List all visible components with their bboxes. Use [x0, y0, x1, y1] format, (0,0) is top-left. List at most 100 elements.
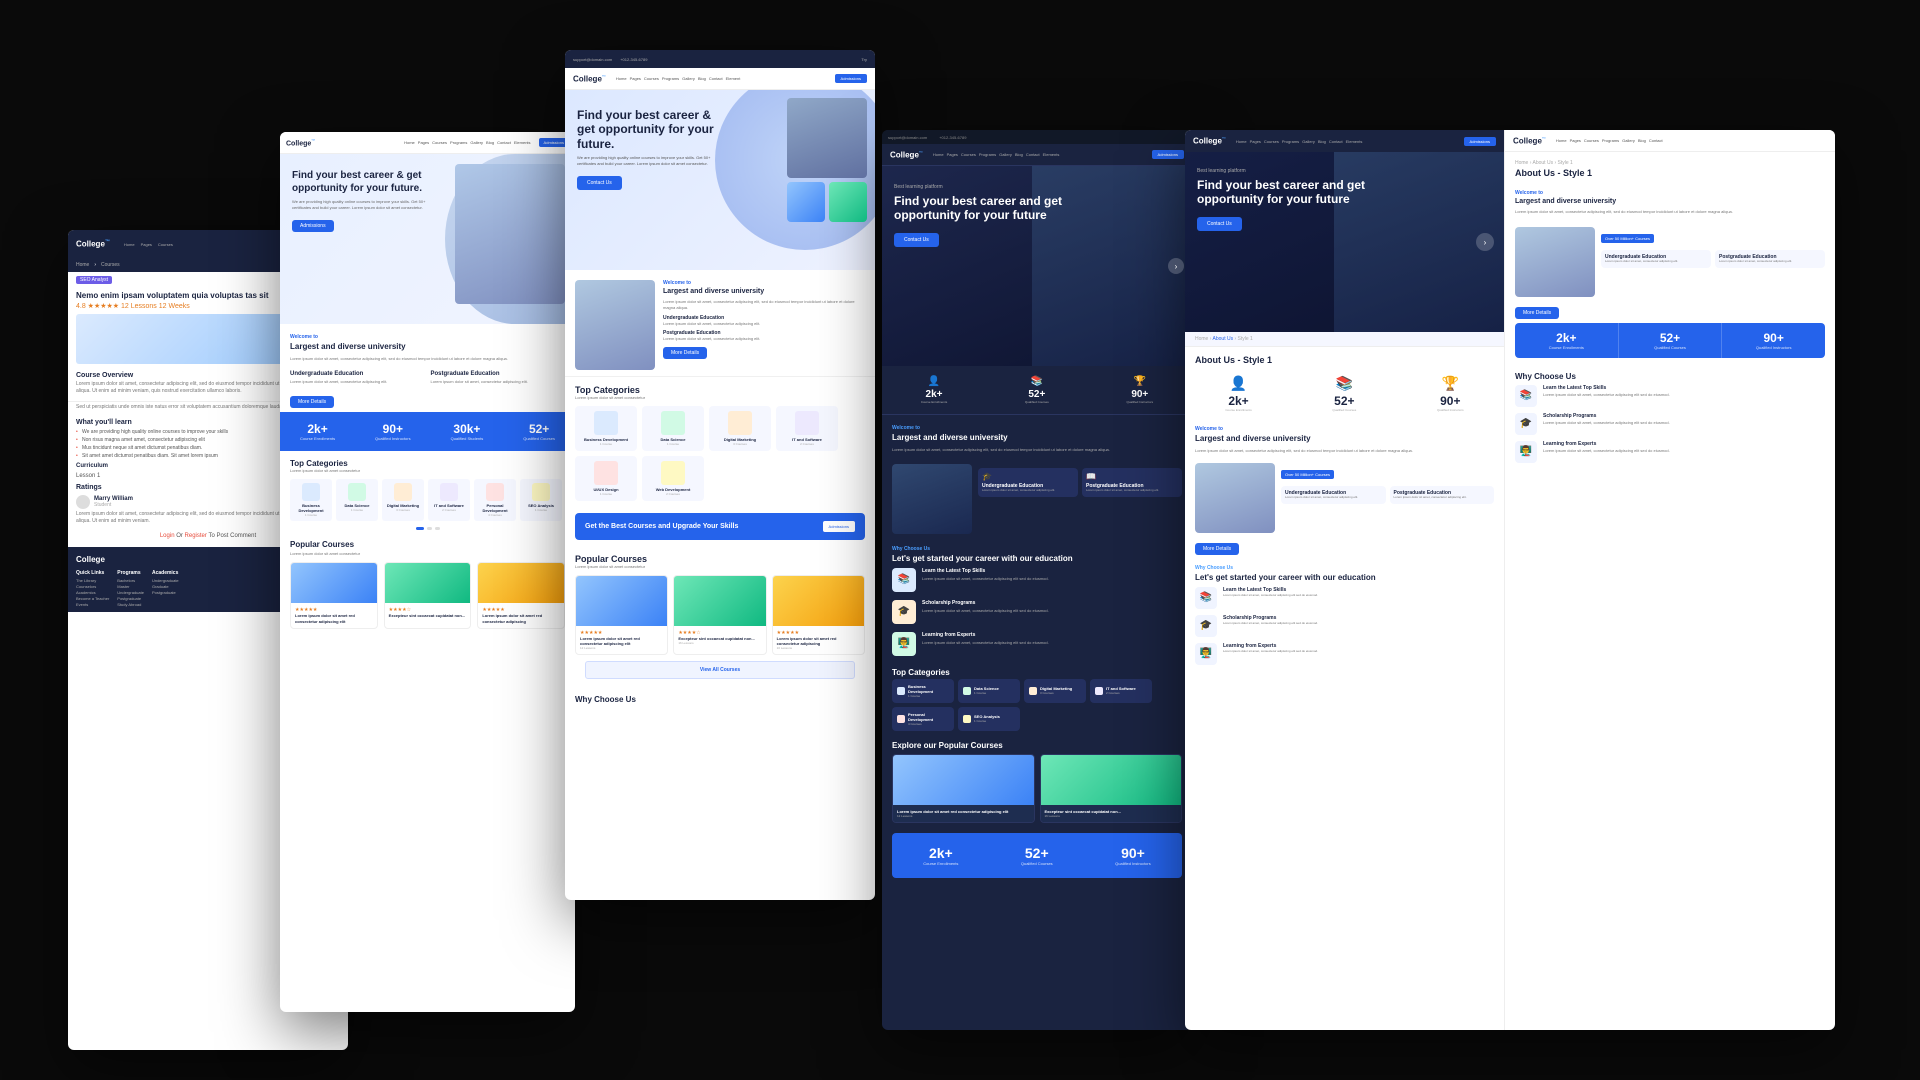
cat-business[interactable]: Business Development 1 Course	[290, 479, 332, 521]
course-card-3[interactable]: ★★★★★ Lorem ipsum dolor sit amet red con…	[477, 562, 565, 628]
main-cats-grid: Business Development 1 Course Data Scien…	[575, 406, 865, 501]
courses-section-sub: Lorem ipsum dolor sit amet consectetur	[280, 551, 575, 562]
main-cat-icon-ux	[594, 461, 618, 485]
main-cat-icon-business	[594, 411, 618, 435]
topbar-try[interactable]: Try	[861, 57, 867, 62]
about-right-uni-row: Over 50 Million+ Courses Undergraduate E…	[1505, 221, 1835, 301]
topbar-phone: +012-345-6789	[620, 57, 647, 62]
about-left-why-items: 📚 Learn the Latest Top Skills Lorem ipsu…	[1195, 587, 1494, 665]
main-cat-marketing[interactable]: Digital Marketing 3 Courses	[709, 406, 771, 451]
about-scholarship-icon: 🎓	[1195, 615, 1217, 637]
main-cat-ux[interactable]: UI/UX Design 1 Course	[575, 456, 637, 501]
main-hero: Find your best career & get opportunity …	[565, 90, 875, 270]
main-cat-webdev[interactable]: Web Development 2 Courses	[642, 456, 704, 501]
scholarship-icon: 🎓	[892, 600, 916, 624]
dark-hero-next-btn[interactable]: ›	[1168, 258, 1184, 274]
dot-2[interactable]	[435, 527, 440, 530]
main-cat-it[interactable]: IT and Software 2 Courses	[776, 406, 838, 451]
main-cat-icon-marketing	[728, 411, 752, 435]
enrollments-icon: 👤	[921, 376, 947, 387]
dot-1[interactable]	[427, 527, 432, 530]
about-right-page-title: About Us - Style 1	[1505, 168, 1835, 184]
view-all-btn[interactable]: View All Courses	[585, 661, 855, 679]
dark-welcome: Welcome to Largest and diverse universit…	[882, 415, 1192, 458]
dark-cat-it[interactable]: IT and Software 2 Courses	[1090, 679, 1152, 703]
about-right-more-btn[interactable]: More Details	[1515, 307, 1559, 319]
dark-course-img-1	[893, 755, 1034, 805]
about-right-why-3: 👨‍🏫 Learning from Experts Lorem ipsum do…	[1515, 441, 1825, 463]
cat-seo[interactable]: SEO Analysis 1 Course	[520, 479, 562, 521]
main-hero-contact-btn[interactable]: Contact Us	[577, 176, 622, 190]
about-instructors-icon: 🏆	[1437, 375, 1464, 392]
cat-digital-marketing[interactable]: Digital Marketing 3 Courses	[382, 479, 424, 521]
dark-why-items: 📚 Learn the Latest Top Skills Lorem ipsu…	[892, 568, 1182, 656]
upgrade-btn[interactable]: Admissions	[823, 521, 855, 532]
dark-cat-data[interactable]: Data Science 1 Course	[958, 679, 1020, 703]
cat-personal-dev[interactable]: Personal Development 4 Courses	[474, 479, 516, 521]
courses-icon: 📚	[1025, 376, 1049, 387]
home-light-hero: Find your best career & get opportunity …	[280, 154, 575, 324]
cat-it-software[interactable]: IT and Software 2 Courses	[428, 479, 470, 521]
footer-academics: Academics Undergraduate Graduate Postgra…	[152, 570, 179, 608]
hero-admissions-btn[interactable]: Admissions	[292, 220, 334, 232]
main-hero-subtitle: We are providing high quality online cou…	[577, 155, 717, 167]
main-cat-data[interactable]: Data Science 1 Course	[642, 406, 704, 451]
explore-title: Explore our Popular Courses	[892, 741, 1182, 750]
dark-course-2[interactable]: Excepteur sint occaecat cupidatat non...…	[1040, 754, 1183, 823]
main-admission-btn[interactable]: Admissions	[835, 74, 867, 83]
course-nav-pages: Pages	[141, 242, 152, 247]
dark-stat-courses: 📚 52+ Qualified Courses	[1025, 376, 1049, 404]
dot-active[interactable]	[416, 527, 424, 530]
about-left-page-title: About Us - Style 1	[1185, 347, 1504, 369]
dark-admission-btn[interactable]: Admissions	[1152, 150, 1184, 159]
postgrad-item: Postgraduate Education Lorem ipsum dolor…	[431, 371, 566, 384]
course-logo: College™	[76, 239, 110, 249]
main-course-3[interactable]: ★★★★★ Lorem ipsum dolor sit amet red con…	[772, 575, 865, 655]
main-courses-section: Popular Courses Lorem ipsum dolor sit am…	[565, 548, 875, 689]
home-light-navbar: College™ Home Pages Courses Programs Gal…	[280, 132, 575, 154]
course-card-1[interactable]: ★★★★★ Lorem ipsum dolor sit amet red con…	[290, 562, 378, 628]
postgrad-icon: 📖	[1086, 472, 1178, 481]
more-details-btn[interactable]: More Details	[290, 396, 334, 408]
about-right-why-2: 🎓 Scholarship Programs Lorem ipsum dolor…	[1515, 413, 1825, 435]
login-link[interactable]: Login	[160, 533, 175, 539]
about-left-uni-content: Over 50 Million+ Courses Undergraduate E…	[1281, 463, 1494, 533]
dark-cat-dot-data	[963, 687, 971, 695]
about-courses-icon: 📚	[1332, 375, 1356, 392]
about-left-stats: 👤 2k+ Course Enrollments 📚 52+ Qualified…	[1185, 369, 1504, 418]
upgrade-bar: Get the Best Courses and Upgrade Your Sk…	[575, 513, 865, 540]
main-nav-items: Home Pages Courses Programs Gallery Blog…	[616, 76, 740, 81]
reviewer-avatar	[76, 495, 90, 509]
dark-topbar-email: support@domain.com	[888, 135, 927, 140]
about-right-why-items: 📚 Learn the Latest Top Skills Lorem ipsu…	[1515, 385, 1825, 463]
dark-cat-dot-personal	[897, 715, 905, 723]
dark-cat-seo[interactable]: SEO Analysis 1 Course	[958, 707, 1020, 731]
main-course-2[interactable]: ★★★★☆ Excepteur sint occaecat cupidatat …	[673, 575, 766, 655]
course-img-1	[291, 563, 377, 603]
dark-cat-personal[interactable]: Personal Development 4 Courses	[892, 707, 954, 731]
cat-data-science[interactable]: Data Science 1 Course	[336, 479, 378, 521]
dark-hero-btn[interactable]: Contact Us	[894, 233, 939, 247]
about-right-navbar: College™ Home Pages Courses Programs Gal…	[1505, 130, 1835, 152]
about-left-next-btn[interactable]: ›	[1476, 233, 1494, 251]
dark-hero-title: Find your best career and get opportunit…	[894, 194, 1074, 223]
about-right-undergrad: Undergraduate Education Lorem ipsum dolo…	[1601, 250, 1711, 268]
about-left-hero: Best learning platform Find your best ca…	[1185, 152, 1504, 332]
dark-cat-marketing[interactable]: Digital Marketing 3 Courses	[1024, 679, 1086, 703]
about-right-why-1: 📚 Learn the Latest Top Skills Lorem ipsu…	[1515, 385, 1825, 407]
dark-nav-items: Home Pages Courses Programs Gallery Blog…	[933, 152, 1059, 157]
about-left-admission[interactable]: Admissions	[1464, 137, 1496, 146]
dark-cat-business[interactable]: Business Development 1 Course	[892, 679, 954, 703]
dark-uni-img	[892, 464, 972, 534]
main-course-1[interactable]: ★★★★★ Lorem ipsum dolor sit amet red con…	[575, 575, 668, 655]
postgrad-item-main: Postgraduate Education Lorem ipsum dolor…	[663, 330, 865, 341]
main-cat-business[interactable]: Business Development 1 Course	[575, 406, 637, 451]
welcome-img	[575, 280, 655, 370]
about-left-more-btn[interactable]: More Details	[1195, 543, 1239, 555]
course-card-2[interactable]: ★★★★☆ Excepteur sint occaecat cupidatat …	[384, 562, 472, 628]
dark-topbar: support@domain.com +012-345-6789	[882, 130, 1192, 144]
main-more-btn[interactable]: More Details	[663, 347, 707, 359]
about-left-hero-btn[interactable]: Contact Us	[1197, 217, 1242, 231]
dark-course-1[interactable]: Lorem ipsum dolor sit amet red consectet…	[892, 754, 1035, 823]
register-link[interactable]: Register	[185, 533, 207, 539]
